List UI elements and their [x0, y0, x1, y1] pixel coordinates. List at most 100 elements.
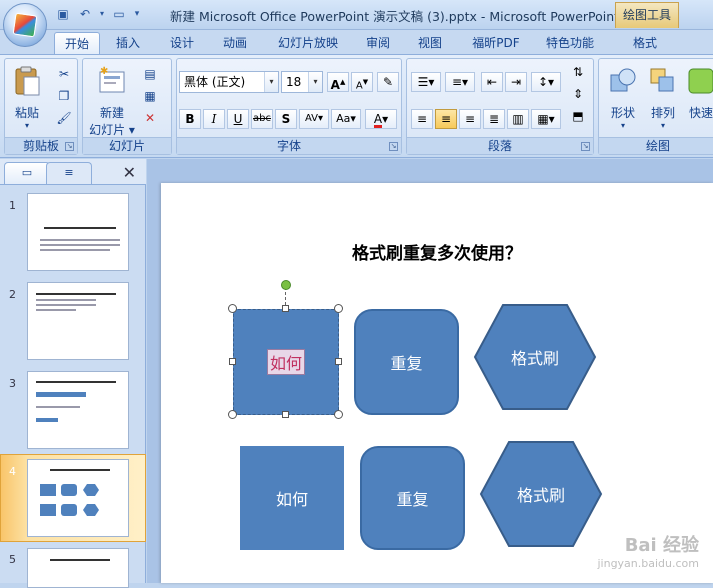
tab-animation[interactable]: 动画: [213, 32, 257, 54]
copy-icon[interactable]: ❐: [55, 87, 73, 105]
font-group-label: 字体: [177, 137, 401, 154]
slide-thumbnail[interactable]: [27, 548, 129, 588]
clipboard-group: 粘贴 ▾ ✂ ❐ 🖌 剪贴板 ↘: [4, 58, 78, 155]
font-color-button[interactable]: A▾: [365, 109, 397, 129]
arrange-button[interactable]: 排列 ▾: [645, 65, 681, 130]
bullets-icon[interactable]: ☰▾: [411, 72, 441, 92]
tab-insert[interactable]: 插入: [106, 32, 150, 54]
align-text-icon[interactable]: ⇕: [567, 85, 589, 105]
slide-title[interactable]: 格式刷重复多次使用？: [161, 239, 713, 264]
undo-icon[interactable]: ↶: [76, 5, 94, 23]
paste-button[interactable]: 粘贴 ▾: [9, 65, 45, 130]
hexagon-label: 格式刷: [510, 349, 559, 368]
rotation-handle[interactable]: [281, 280, 291, 290]
slide-canvas[interactable]: 格式刷重复多次使用？ 如何 重复 格式刷 如何 重复 格式刷 Bai 经验 ji…: [161, 183, 713, 583]
customize-icon[interactable]: ▾: [132, 5, 142, 23]
underline-button[interactable]: U: [227, 109, 249, 129]
strikethrough-button[interactable]: abc: [251, 109, 273, 129]
rounded-rectangle-shape[interactable]: 重复: [360, 446, 465, 550]
save-icon[interactable]: ▣: [54, 5, 72, 23]
slides-group: ✱ 新建 幻灯片 ▾ ▤ ▦ ✕ 幻灯片: [82, 58, 172, 155]
italic-button[interactable]: I: [203, 109, 225, 129]
columns-icon[interactable]: ▦▾: [531, 109, 561, 129]
align-center-icon[interactable]: ≡: [435, 109, 457, 129]
new-slide-icon: ✱: [99, 66, 125, 93]
tab-design[interactable]: 设计: [160, 32, 204, 54]
paragraph-launcher-icon[interactable]: ↘: [581, 142, 590, 151]
font-size-combo[interactable]: 18 ▾: [281, 71, 323, 93]
tab-review[interactable]: 审阅: [356, 32, 400, 54]
line-spacing-icon[interactable]: ↕▾: [531, 72, 561, 92]
slide-thumbnail[interactable]: [27, 371, 129, 449]
smartart-icon[interactable]: ⬒: [567, 107, 589, 127]
outline-tab[interactable]: ≡: [46, 162, 92, 184]
cut-icon[interactable]: ✂: [55, 65, 73, 83]
resize-handle[interactable]: [229, 358, 236, 365]
layout-icon[interactable]: ▤: [141, 65, 159, 83]
resize-handle[interactable]: [228, 304, 237, 313]
change-case-button[interactable]: Aa▾: [331, 109, 361, 129]
increase-indent-icon[interactable]: ⇥: [505, 72, 527, 92]
slide-number: 5: [9, 553, 16, 566]
slides-tab[interactable]: ▭: [4, 162, 50, 184]
quick-styles-icon: [688, 68, 713, 94]
drawing-tools-context-tab[interactable]: 绘图工具: [615, 2, 679, 28]
slides-pane: ▭ ≡ ✕ 1 2 3 4 5: [0, 159, 146, 588]
tab-special[interactable]: 特色功能: [538, 32, 602, 54]
slide-thumbnail[interactable]: [27, 282, 129, 360]
text-direction-icon[interactable]: ⇅: [567, 63, 589, 83]
new-slide-button[interactable]: ✱ 新建 幻灯片 ▾: [87, 65, 137, 138]
selected-shape-text[interactable]: 如何: [266, 349, 305, 375]
chevron-down-icon[interactable]: ▾: [264, 72, 278, 92]
shrink-font-button[interactable]: A▼: [351, 72, 373, 92]
rounded-rectangle-shape[interactable]: 重复: [354, 309, 459, 415]
ribbon-tabs: 开始 插入 设计 动画 幻灯片放映 审阅 视图 福昕PDF 特色功能 格式: [0, 30, 713, 54]
shapes-button[interactable]: 形状 ▾: [603, 65, 643, 130]
watermark-line2: jingyan.baidu.com: [597, 557, 699, 570]
align-right-icon[interactable]: ≡: [459, 109, 481, 129]
slide-thumbnail-active[interactable]: [27, 459, 129, 537]
delete-slide-icon[interactable]: ✕: [141, 109, 159, 127]
paste-label: 粘贴: [14, 106, 39, 120]
slide-editor: 格式刷重复多次使用？ 如何 重复 格式刷 如何 重复 格式刷 Bai 经验 ji…: [147, 159, 713, 583]
grow-font-button[interactable]: A▲: [327, 72, 349, 92]
font-name-combo[interactable]: 黑体 (正文) ▾: [179, 71, 279, 93]
slide-thumbnail[interactable]: [27, 193, 129, 271]
reset-icon[interactable]: ▦: [141, 87, 159, 105]
char-spacing-button[interactable]: AV▾: [299, 109, 329, 129]
clear-format-icon[interactable]: ✎: [377, 72, 399, 92]
resize-handle[interactable]: [282, 411, 289, 418]
resize-handle[interactable]: [228, 410, 237, 419]
justify-icon[interactable]: ≣: [483, 109, 505, 129]
resize-handle[interactable]: [334, 410, 343, 419]
shadow-button[interactable]: S: [275, 109, 297, 129]
decrease-indent-icon[interactable]: ⇤: [481, 72, 503, 92]
new-slide-label: 新建: [99, 106, 124, 120]
open-icon[interactable]: ▭: [110, 5, 128, 23]
selected-rectangle-shape[interactable]: 如何: [233, 309, 339, 415]
office-button[interactable]: [3, 3, 47, 47]
font-launcher-icon[interactable]: ↘: [389, 142, 398, 151]
ribbon: 粘贴 ▾ ✂ ❐ 🖌 剪贴板 ↘ ✱ 新建 幻灯片 ▾ ▤ ▦ ✕ 幻灯片 黑体…: [0, 54, 713, 158]
tab-home[interactable]: 开始: [54, 32, 100, 54]
clipboard-launcher-icon[interactable]: ↘: [65, 142, 74, 151]
resize-handle[interactable]: [282, 305, 289, 312]
dropdown-icon[interactable]: ▾: [98, 5, 106, 23]
resize-handle[interactable]: [335, 358, 342, 365]
close-icon[interactable]: ✕: [123, 163, 136, 182]
slide-number: 1: [9, 199, 16, 212]
paragraph-group: ☰▾ ≡▾ ⇤ ⇥ ↕▾ ⇅ ⇕ ⬒ ≡ ≡ ≡ ≣ ▥ ▦▾ 段落 ↘: [406, 58, 594, 155]
tab-foxit-pdf[interactable]: 福昕PDF: [464, 32, 528, 54]
chevron-down-icon[interactable]: ▾: [308, 72, 322, 92]
quick-styles-button[interactable]: 快速: [683, 65, 713, 121]
numbering-icon[interactable]: ≡▾: [445, 72, 475, 92]
tab-view[interactable]: 视图: [408, 32, 452, 54]
resize-handle[interactable]: [334, 304, 343, 313]
tab-format[interactable]: 格式: [622, 32, 668, 54]
format-painter-icon[interactable]: 🖌: [55, 109, 73, 127]
bold-button[interactable]: B: [179, 109, 201, 129]
tab-slideshow[interactable]: 幻灯片放映: [270, 32, 346, 54]
distributed-icon[interactable]: ▥: [507, 109, 529, 129]
rectangle-shape[interactable]: 如何: [240, 446, 344, 550]
align-left-icon[interactable]: ≡: [411, 109, 433, 129]
